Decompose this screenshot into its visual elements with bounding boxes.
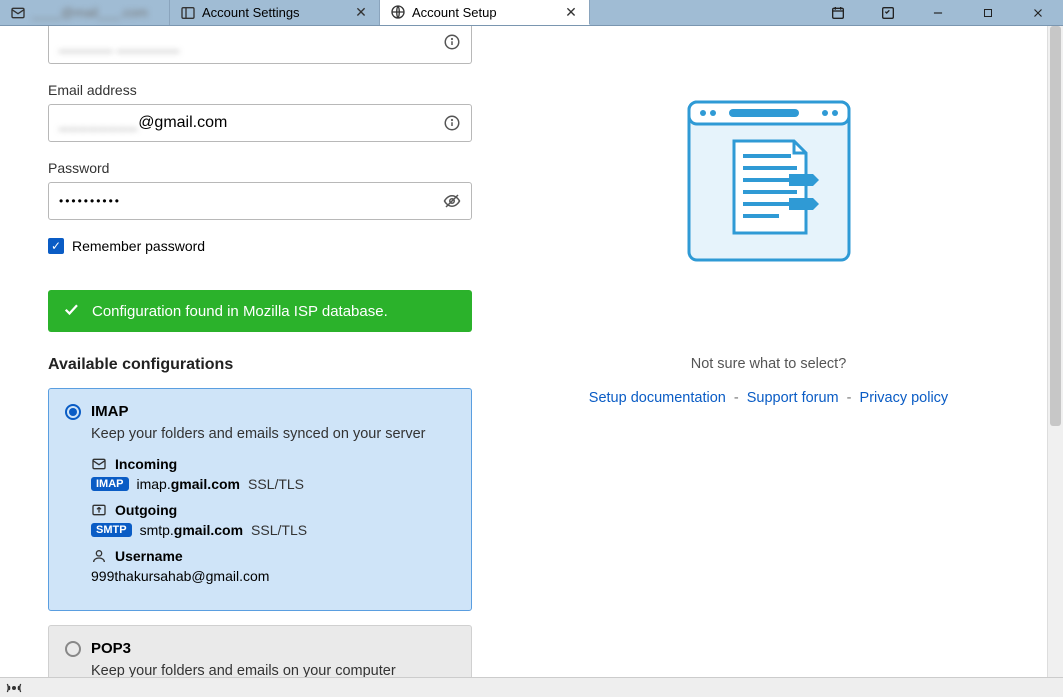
help-column: Not sure what to select? Setup documenta… <box>490 26 1047 677</box>
window-controls <box>813 0 1063 25</box>
user-icon <box>91 548 107 564</box>
form-column: ______ _______ Email address ________ @g… <box>0 26 490 677</box>
check-icon <box>62 300 80 322</box>
content: ______ _______ Email address ________ @g… <box>0 26 1063 677</box>
maximize-button[interactable] <box>963 0 1013 26</box>
remember-label: Remember password <box>72 238 205 254</box>
pop-sub: Keep your folders and emails on your com… <box>91 663 455 677</box>
tab-account-setup[interactable]: Account Setup ✕ <box>380 0 590 25</box>
close-icon[interactable]: ✕ <box>563 4 579 20</box>
success-banner: Configuration found in Mozilla ISP datab… <box>48 290 472 332</box>
outgoing-enc: SSL/TLS <box>251 522 307 538</box>
minimize-button[interactable] <box>913 0 963 26</box>
configs-heading: Available configurations <box>48 356 490 374</box>
info-icon[interactable] <box>443 114 461 132</box>
eye-off-icon[interactable] <box>443 192 461 210</box>
info-icon[interactable] <box>443 33 461 56</box>
radio-unchecked-icon[interactable] <box>65 641 81 657</box>
password-field[interactable] <box>48 182 472 220</box>
password-label: Password <box>48 160 490 176</box>
scrollbar-thumb[interactable] <box>1050 26 1061 426</box>
imap-title: IMAP <box>91 403 129 420</box>
link-privacy-policy[interactable]: Privacy policy <box>860 390 949 406</box>
name-value: ______ _______ <box>59 36 179 54</box>
incoming-host: imap.gmail.com <box>137 476 240 492</box>
name-field[interactable]: ______ _______ <box>48 26 472 64</box>
help-question: Not sure what to select? <box>530 356 1007 372</box>
imap-sub: Keep your folders and emails synced on y… <box>91 426 455 442</box>
globe-icon <box>390 4 406 20</box>
status-bar <box>0 677 1063 697</box>
username-label: Username <box>115 548 183 564</box>
tab-label: Account Setup <box>412 5 497 20</box>
outbox-icon <box>91 502 107 518</box>
tasks-icon[interactable] <box>863 0 913 26</box>
email-suffix: @gmail.com <box>138 114 227 132</box>
tab-account-settings[interactable]: Account Settings ✕ <box>170 0 380 25</box>
incoming-label: Incoming <box>115 456 177 472</box>
checkbox-checked-icon: ✓ <box>48 238 64 254</box>
pop-title: POP3 <box>91 640 131 657</box>
banner-text: Configuration found in Mozilla ISP datab… <box>92 303 388 320</box>
tab-label: ____@mail___.com <box>32 5 148 20</box>
outgoing-label: Outgoing <box>115 502 177 518</box>
email-field[interactable]: ________ @gmail.com <box>48 104 472 142</box>
incoming-enc: SSL/TLS <box>248 476 304 492</box>
username-value: 999thakursahab@gmail.com <box>91 568 269 584</box>
tab-mail-account[interactable]: ____@mail___.com <box>0 0 170 25</box>
inbox-icon <box>91 456 107 472</box>
smtp-badge: SMTP <box>91 523 132 537</box>
radio-checked-icon[interactable] <box>65 404 81 420</box>
panel-icon <box>180 5 196 21</box>
close-icon[interactable]: ✕ <box>353 5 369 21</box>
separator: - <box>734 390 739 406</box>
help-links: Setup documentation - Support forum - Pr… <box>530 390 1007 406</box>
password-input[interactable] <box>59 194 443 208</box>
mail-icon <box>10 5 26 21</box>
outgoing-host: smtp.gmail.com <box>140 522 243 538</box>
setup-illustration <box>679 96 859 266</box>
email-label: Email address <box>48 82 490 98</box>
config-option-pop3[interactable]: POP3 Keep your folders and emails on you… <box>48 625 472 677</box>
tab-label: Account Settings <box>202 5 300 20</box>
calendar-icon[interactable] <box>813 0 863 26</box>
link-setup-doc[interactable]: Setup documentation <box>589 390 726 406</box>
vertical-scrollbar[interactable] <box>1047 26 1063 677</box>
close-window-button[interactable] <box>1013 0 1063 26</box>
config-option-imap[interactable]: IMAP Keep your folders and emails synced… <box>48 388 472 611</box>
link-support-forum[interactable]: Support forum <box>747 390 839 406</box>
separator: - <box>847 390 852 406</box>
imap-badge: IMAP <box>91 477 129 491</box>
activity-icon[interactable] <box>6 680 22 696</box>
title-bar: ____@mail___.com Account Settings ✕ Acco… <box>0 0 1063 26</box>
remember-password-checkbox[interactable]: ✓ Remember password <box>48 238 490 254</box>
